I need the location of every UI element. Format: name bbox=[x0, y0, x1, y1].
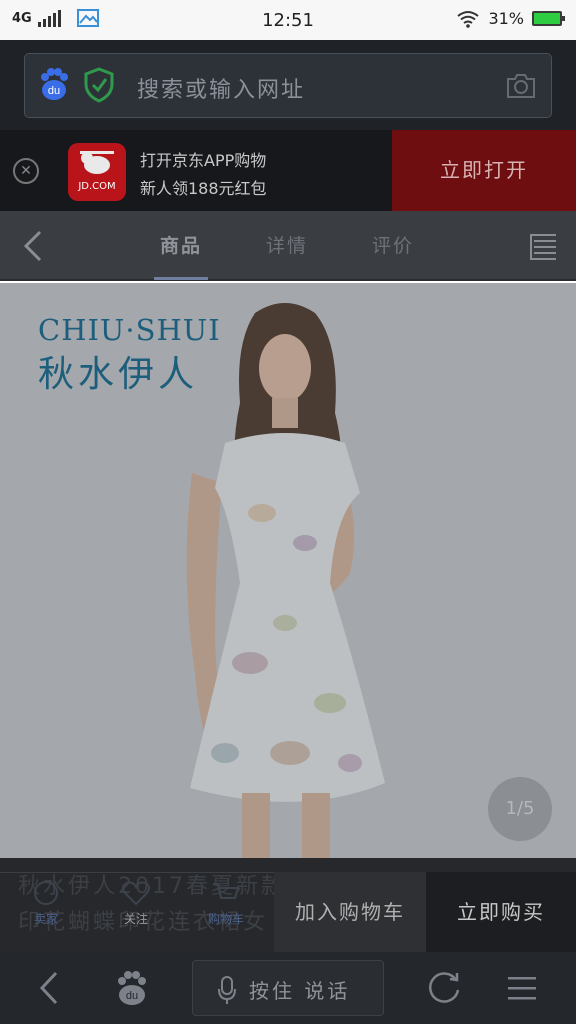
svg-text:du: du bbox=[126, 990, 138, 1002]
jd-dog-icon bbox=[80, 151, 114, 174]
status-right: 31% bbox=[456, 9, 565, 28]
svg-text:du: du bbox=[48, 85, 60, 97]
close-icon[interactable]: ✕ bbox=[13, 158, 39, 184]
tab-product[interactable]: 商品 bbox=[160, 231, 202, 258]
address-bar-container: du 搜索或输入网址 bbox=[0, 40, 576, 130]
heart-icon[interactable] bbox=[121, 880, 151, 906]
microphone-icon bbox=[218, 976, 236, 1004]
status-bar: 4G 12:51 31% bbox=[0, 0, 576, 40]
baidu-paw-icon: du bbox=[41, 68, 68, 100]
add-to-cart-button[interactable]: 加入购物车 bbox=[274, 872, 426, 952]
battery-percent: 31% bbox=[488, 9, 524, 28]
tab-reviews[interactable]: 评价 bbox=[372, 231, 414, 258]
baidu-home-icon[interactable]: du bbox=[114, 970, 150, 1006]
model-in-dress-image bbox=[186, 303, 385, 858]
voice-search-button[interactable]: 按住 说话 bbox=[192, 960, 384, 1016]
banner-line1: 打开京东APP购物 bbox=[140, 151, 267, 170]
browser-bottom-nav: du 按住 说话 bbox=[0, 952, 576, 1024]
tab-details[interactable]: 详情 bbox=[266, 231, 308, 258]
refresh-icon[interactable] bbox=[426, 970, 462, 1006]
cart-icon[interactable] bbox=[211, 880, 241, 906]
list-menu-icon[interactable] bbox=[528, 231, 558, 261]
camera-icon[interactable] bbox=[505, 72, 537, 100]
browser-screen: 4G 12:51 31% du 搜索或输入网址 ✕ JD.COM 打开京东APP… bbox=[0, 0, 576, 1024]
product-action-bar: 秋水伊人2017春夏新款 印花蝴蝶印花连衣裙女 卖家 关注 购物车 加入购物车 … bbox=[0, 858, 576, 952]
buy-now-button[interactable]: 立即购买 bbox=[426, 872, 576, 952]
menu-icon[interactable] bbox=[506, 972, 538, 1004]
store-icon[interactable] bbox=[31, 880, 61, 906]
jd-logo-text: JD.COM bbox=[78, 181, 116, 192]
back-arrow-icon[interactable] bbox=[20, 229, 46, 263]
follow-label: 关注 bbox=[123, 912, 148, 926]
battery-icon bbox=[532, 11, 565, 26]
image-pager: 1/5 bbox=[488, 777, 552, 841]
wifi-icon bbox=[457, 10, 480, 28]
address-input[interactable]: du 搜索或输入网址 bbox=[24, 53, 552, 118]
active-tab-indicator bbox=[154, 277, 208, 280]
action-icons: 卖家 关注 购物车 bbox=[0, 858, 272, 952]
jd-app-logo: JD.COM bbox=[68, 143, 126, 201]
product-image-carousel[interactable]: CHIU·SHUI 秋水伊人 1/5 bbox=[0, 283, 576, 858]
cart-label: 购物车 bbox=[207, 912, 244, 926]
store-label: 卖家 bbox=[33, 912, 58, 926]
voice-search-label: 按住 说话 bbox=[249, 979, 351, 1003]
address-placeholder: 搜索或输入网址 bbox=[137, 78, 306, 103]
app-banner: ✕ JD.COM 打开京东APP购物 新人领188元红包 立即打开 bbox=[0, 130, 576, 211]
secure-shield-icon bbox=[84, 67, 114, 103]
banner-line2: 新人领188元红包 bbox=[140, 179, 267, 198]
product-nav: 商品 详情 评价 bbox=[0, 211, 576, 281]
browser-back-icon[interactable] bbox=[36, 970, 62, 1006]
open-app-button[interactable]: 立即打开 bbox=[392, 130, 576, 211]
